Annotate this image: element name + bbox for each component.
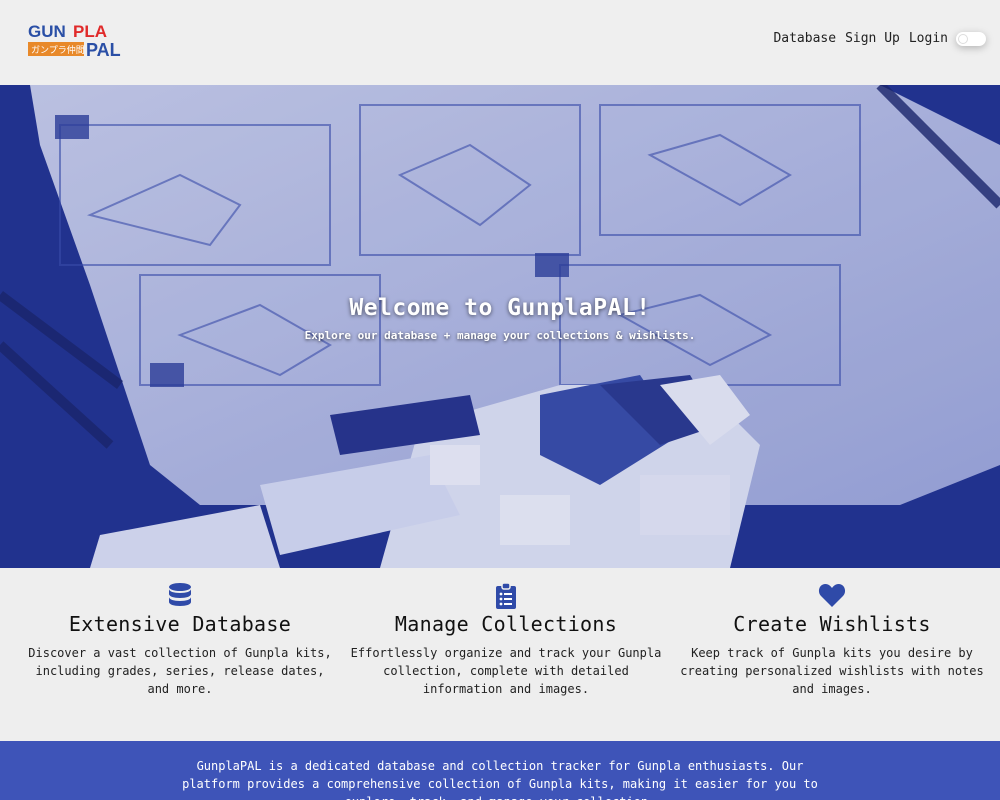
theme-toggle[interactable] <box>956 31 986 46</box>
theme-toggle-knob <box>958 33 968 44</box>
feature-description: Discover a vast collection of Gunpla kit… <box>28 646 332 696</box>
logo-text-gun: GUN <box>28 22 66 41</box>
hero-banner: Welcome to GunplaPAL! Explore our databa… <box>0 85 1000 568</box>
nav-login-link[interactable]: Login <box>909 31 948 46</box>
nav-links: Database Sign Up Login <box>764 31 986 46</box>
database-icon <box>20 582 340 610</box>
feature-wishlists: Create Wishlists Keep track of Gunpla ki… <box>672 582 992 698</box>
logo-text-jp: ガンプラ仲間 <box>31 44 85 56</box>
logo-text-pla: PLA <box>73 22 107 41</box>
footer: GunplaPAL is a dedicated database and co… <box>0 741 1000 800</box>
clipboard-list-icon <box>346 582 666 610</box>
gunplapal-logo[interactable]: GUN PLA ガンプラ仲間 PAL <box>28 22 136 60</box>
nav-database-link[interactable]: Database <box>773 31 836 46</box>
feature-database: Extensive Database Discover a vast colle… <box>20 582 340 698</box>
heart-icon <box>672 582 992 610</box>
navbar: GUN PLA ガンプラ仲間 PAL Database Sign Up Logi… <box>0 0 1000 85</box>
hero-subtitle: Explore our database + manage your colle… <box>304 329 696 342</box>
feature-collections: Manage Collections Effortlessly organize… <box>346 582 666 698</box>
features-section: Extensive Database Discover a vast colle… <box>0 568 1000 741</box>
hero-text-block: Welcome to GunplaPAL! Explore our databa… <box>0 295 1000 342</box>
feature-title: Create Wishlists <box>733 612 931 636</box>
feature-title: Extensive Database <box>68 612 292 636</box>
feature-title: Manage Collections <box>394 612 618 636</box>
nav-signup-link[interactable]: Sign Up <box>845 31 900 46</box>
hero-title: Welcome to GunplaPAL! <box>349 295 651 321</box>
feature-description: Keep track of Gunpla kits you desire by … <box>680 646 984 696</box>
footer-about-text: GunplaPAL is a dedicated database and co… <box>182 759 818 800</box>
feature-description: Effortlessly organize and track your Gun… <box>350 646 662 696</box>
logo-text-pal: PAL <box>86 40 121 60</box>
